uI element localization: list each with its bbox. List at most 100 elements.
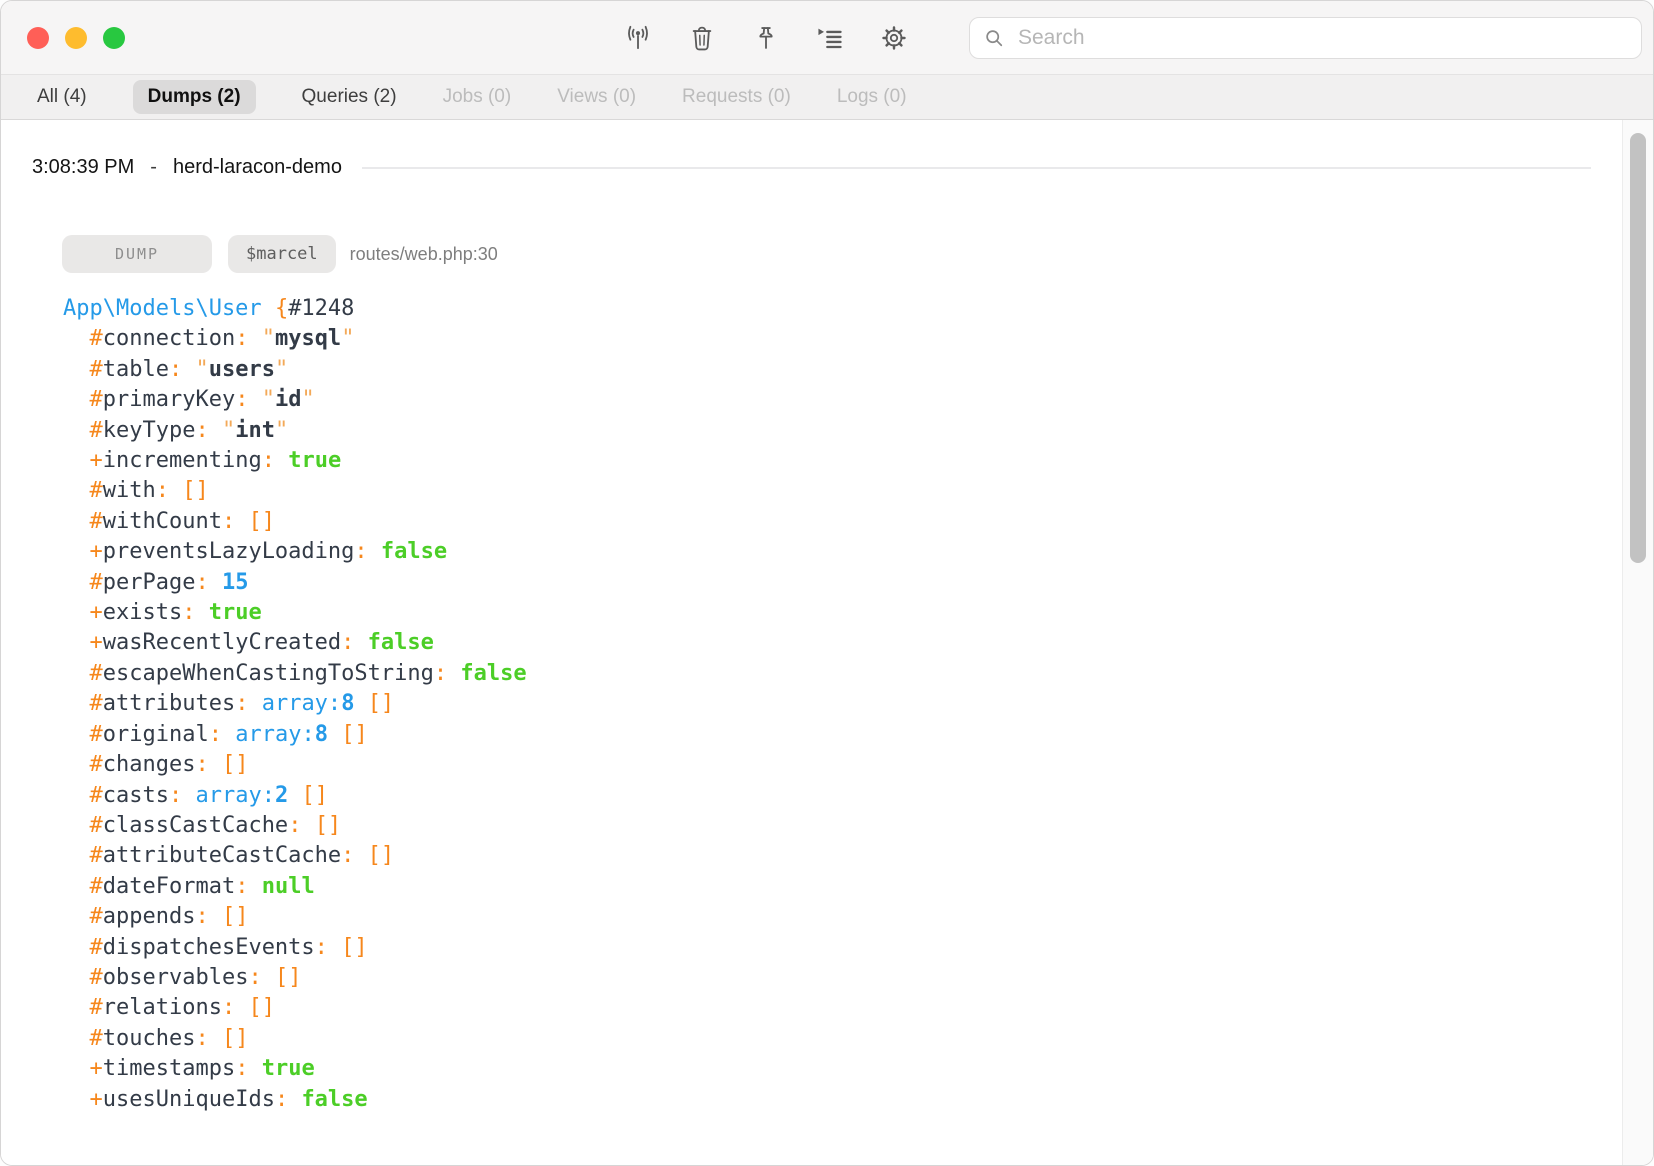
dump-token-plain [288, 783, 301, 808]
dump-line: #keyType: "int" [63, 416, 1653, 446]
trash-icon[interactable] [687, 23, 717, 53]
tab-queries[interactable]: Queries (2) [302, 86, 397, 108]
traffic-lights [27, 27, 125, 49]
dump-token-sym: : [248, 964, 262, 990]
dump-token-sym: : [168, 356, 183, 382]
dump-token-sym: : [195, 752, 209, 778]
dump-token-sym: : [195, 1025, 209, 1051]
dump-token-plain [209, 904, 222, 929]
dump-token-plain [235, 509, 248, 534]
titlebar [1, 1, 1653, 74]
dump-token-plain [262, 296, 275, 321]
entry-separator: - [150, 156, 157, 178]
dump-token-name: primaryKey [102, 387, 236, 413]
dump-token-q: " [274, 356, 289, 382]
dump-token-name: timestamps [102, 1056, 236, 1082]
dump-line: +incrementing: true [63, 446, 1653, 476]
scrollbar-thumb[interactable] [1630, 133, 1646, 563]
tab-views[interactable]: Views (0) [557, 86, 636, 108]
dump-token-plain [328, 935, 341, 960]
dump-token-note: array: [235, 721, 315, 747]
settings-icon[interactable] [879, 23, 909, 53]
dump-token-plain [248, 874, 261, 899]
dump-token-sym: + [89, 630, 103, 656]
dump-token-plain [248, 326, 261, 351]
dump-token-sym: : [182, 600, 196, 626]
dump-token-sym: : [354, 539, 368, 565]
dump-token-plain [328, 722, 341, 747]
dump-token-plain [63, 509, 90, 534]
dump-token-sym: # [89, 934, 103, 960]
dump-token-const: true [261, 1056, 315, 1082]
dump-token-plain [63, 570, 90, 595]
dump-token-name: table [102, 356, 169, 382]
dump-token-sym: [] [367, 691, 395, 717]
dump-token-sym: : [288, 812, 302, 838]
dump-line: #appends: [] [63, 902, 1653, 932]
tab-requests[interactable]: Requests (0) [682, 86, 791, 108]
dump-token-q: " [274, 417, 289, 443]
dump-token-plain [182, 783, 195, 808]
tab-all[interactable]: All (4) [37, 86, 87, 108]
dump-token-sym: : [341, 630, 355, 656]
dump-token-plain [63, 965, 90, 990]
search-field[interactable] [969, 16, 1642, 59]
tab-dumps[interactable]: Dumps (2) [132, 80, 256, 114]
dump-token-sym: : [195, 904, 209, 930]
dump-token-plain [235, 995, 248, 1020]
dump-token-sym: : [195, 417, 209, 443]
scrollbar-track[interactable] [1622, 120, 1653, 1165]
search-input[interactable] [1016, 24, 1629, 51]
content-area: 3:08:39 PM - herd-laracon-demo DUMP $mar… [1, 120, 1653, 1165]
dump-token-plain [63, 874, 90, 899]
dump-token-sym: : [314, 934, 328, 960]
dump-token-str: mysql [274, 326, 342, 352]
dump-token-name: attributes [102, 691, 236, 717]
dump-token-plain [354, 843, 367, 868]
dump-token-sym: + [89, 448, 103, 474]
dump-token-sym: { [274, 296, 289, 321]
dump-token-plain [63, 448, 90, 473]
dump-token-sym: # [89, 1025, 103, 1051]
dump-token-name: original [102, 721, 209, 747]
dump-line: #original: array:8 [] [63, 720, 1653, 750]
dump-token-plain [63, 722, 90, 747]
dump-token-const: false [460, 660, 527, 686]
variable-name-badge: $marcel [228, 235, 336, 273]
dump-token-num: 8 [314, 721, 328, 747]
zoom-button[interactable] [103, 27, 125, 49]
close-button[interactable] [27, 27, 49, 49]
dump-token-name: preventsLazyLoading [102, 539, 355, 565]
dump-token-plain [195, 600, 208, 625]
dump-token-sym: : [235, 387, 249, 413]
entry-project: herd-laracon-demo [172, 156, 342, 178]
dump-token-const: false [367, 630, 434, 656]
tab-logs[interactable]: Logs (0) [837, 86, 907, 108]
dump-token-sym: # [89, 478, 103, 504]
dump-token-plain [63, 904, 90, 929]
dump-line: +exists: true [63, 598, 1653, 628]
dump-token-name: connection [102, 326, 236, 352]
dump-token-sym: : [155, 478, 169, 504]
dump-token-sym: # [89, 964, 103, 990]
dump-token-sym: # [89, 843, 103, 869]
dump-token-sym: # [89, 812, 103, 838]
dump-token-plain [275, 448, 288, 473]
dump-token-sym: [] [314, 812, 342, 838]
dump-token-plain [63, 600, 90, 625]
dump-token-sym: [] [341, 721, 368, 747]
dump-token-sym: [] [301, 782, 328, 808]
broadcast-icon[interactable] [623, 23, 653, 53]
dump-line: #relations: [] [63, 993, 1653, 1023]
dump-token-q: " [301, 387, 315, 413]
dump-token-const: false [301, 1086, 368, 1112]
tab-jobs[interactable]: Jobs (0) [443, 86, 512, 108]
minimize-button[interactable] [65, 27, 87, 49]
dump-token-const: null [261, 873, 315, 899]
auto-scroll-icon[interactable] [815, 23, 845, 53]
dump-token-note: array: [261, 691, 342, 717]
pin-icon[interactable] [751, 23, 781, 53]
dump-token-sym: + [89, 1056, 103, 1082]
dump-token-sym: : [208, 721, 222, 747]
dump-token-plain [63, 783, 90, 808]
